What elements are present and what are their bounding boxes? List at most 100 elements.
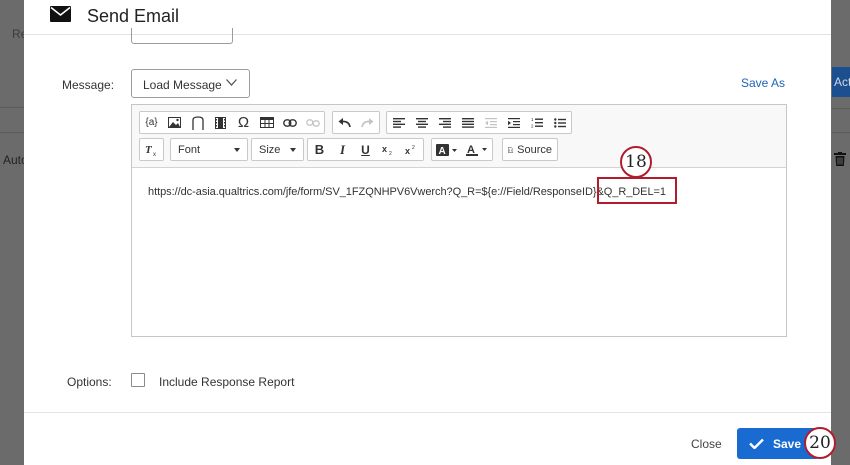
align-center-button[interactable] [410, 112, 433, 133]
bulleted-list-button[interactable] [548, 112, 571, 133]
dialog-title: Send Email [87, 6, 180, 26]
numbered-list-button[interactable]: 12 [525, 112, 548, 133]
recipient-select-partial[interactable] [131, 28, 233, 44]
background-divider [0, 132, 24, 133]
piped-text-button[interactable]: {a} [140, 112, 163, 133]
step-callout-18: 18 [620, 146, 652, 178]
footer-divider [24, 412, 831, 413]
bulleted-list-icon [553, 117, 566, 128]
undo-button[interactable] [333, 112, 356, 133]
increase-indent-button[interactable] [502, 112, 525, 133]
media-button[interactable] [209, 112, 232, 133]
step-callout-20: 20 [804, 427, 836, 459]
svg-text:2: 2 [412, 145, 415, 151]
link-button[interactable] [278, 112, 301, 133]
background-color-button[interactable]: A [432, 139, 462, 160]
svg-text:A: A [439, 146, 446, 156]
align-justify-icon [461, 117, 474, 128]
background-color-icon: A [436, 143, 457, 156]
justify-button[interactable] [456, 112, 479, 133]
redo-button[interactable] [356, 112, 379, 133]
table-icon [259, 117, 274, 128]
text-style-toolbar-group: B I U x2 x2 [307, 138, 424, 161]
subscript-icon: x2 [382, 144, 392, 155]
italic-button[interactable]: I [331, 139, 354, 160]
page-break-icon [191, 115, 204, 130]
include-response-report-checkbox[interactable] [131, 373, 145, 387]
underline-button[interactable]: U [354, 139, 377, 160]
page-break-button[interactable] [186, 112, 209, 133]
outdent-icon [484, 117, 497, 128]
save-as-link[interactable]: Save As [741, 76, 785, 90]
unlink-button[interactable] [301, 112, 324, 133]
trash-icon [834, 152, 846, 166]
indent-icon [507, 117, 520, 128]
send-email-dialog: Send Email Message: Load Message Save As… [24, 0, 831, 465]
background-divider-right [832, 108, 850, 109]
caret-down-icon [234, 147, 240, 152]
caret-down-icon [290, 147, 296, 152]
insert-toolbar-group: {a} Ω [139, 111, 325, 134]
font-dropdown[interactable]: Font [170, 138, 248, 161]
superscript-button[interactable]: x2 [400, 139, 423, 160]
decrease-indent-button[interactable] [479, 112, 502, 133]
text-color-icon: A [466, 144, 487, 156]
size-dropdown-label: Size [259, 143, 281, 156]
mail-icon [50, 6, 71, 22]
history-toolbar-group [332, 111, 380, 134]
align-center-icon [415, 117, 428, 128]
load-message-dropdown[interactable]: Load Message [131, 69, 250, 98]
source-button[interactable]: Source [502, 138, 558, 161]
svg-text:x: x [382, 144, 387, 154]
superscript-icon: x2 [405, 145, 415, 155]
svg-text:2: 2 [389, 151, 392, 155]
numbered-list-icon: 12 [531, 117, 543, 128]
image-icon [168, 117, 181, 128]
align-right-button[interactable] [433, 112, 456, 133]
svg-text:x: x [405, 146, 410, 155]
table-button[interactable] [255, 112, 278, 133]
svg-text:x: x [153, 152, 156, 156]
options-label: Options: [67, 375, 112, 389]
background-action-button: Act [832, 67, 850, 97]
svg-text:1: 1 [531, 117, 534, 122]
message-editor[interactable]: {a} Ω 1 2 T x Font Size B I U x 2 x 2 A … [131, 104, 787, 337]
close-button[interactable]: Close [691, 437, 722, 451]
subscript-button[interactable]: x2 [377, 139, 400, 160]
background-action-label: Act [834, 75, 850, 89]
image-button[interactable] [163, 112, 186, 133]
color-toolbar-group: A A [431, 138, 493, 161]
size-dropdown[interactable]: Size [251, 138, 304, 161]
align-left-icon [392, 117, 405, 128]
alignment-toolbar-group: 12 [386, 111, 572, 134]
source-code-icon [508, 146, 514, 153]
checkmark-icon [749, 438, 764, 449]
background-left-header [0, 0, 24, 108]
editor-toolbar: {a} Ω 1 2 T x Font Size B I U x 2 x 2 A … [132, 105, 786, 168]
annotation-highlight-box [597, 177, 677, 204]
svg-text:T: T [145, 144, 153, 156]
chevron-down-icon [226, 79, 237, 86]
remove-format-button[interactable]: Tx [140, 139, 163, 160]
special-character-button[interactable]: Ω [232, 112, 255, 133]
undo-icon [338, 117, 351, 127]
link-icon [282, 118, 297, 127]
background-divider-right-2 [832, 132, 850, 133]
bold-button[interactable]: B [308, 139, 331, 160]
unlink-icon [305, 118, 320, 127]
film-icon [215, 116, 226, 129]
align-left-button[interactable] [387, 112, 410, 133]
clear-format-toolbar-group: Tx [139, 138, 164, 161]
editor-body-text: https://dc-asia.qualtrics.com/jfe/form/S… [148, 186, 666, 198]
text-color-button[interactable]: A [462, 139, 492, 160]
source-button-label: Source [517, 143, 552, 156]
align-right-icon [438, 117, 451, 128]
load-message-label: Load Message [143, 78, 222, 92]
include-response-report-label[interactable]: Include Response Report [159, 375, 294, 389]
save-button-label: Save [773, 436, 802, 451]
font-dropdown-label: Font [178, 143, 201, 156]
redo-icon [361, 117, 374, 127]
svg-text:2: 2 [531, 124, 534, 129]
clear-format-icon: Tx [145, 144, 156, 156]
message-label: Message: [62, 78, 115, 92]
